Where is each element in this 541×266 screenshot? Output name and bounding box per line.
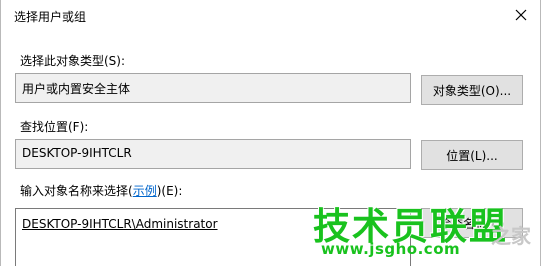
locations-button[interactable]: 位置(L)... (421, 140, 523, 170)
dialog-title: 选择用户或组 (14, 10, 87, 24)
title-bar[interactable]: 选择用户或组 (1, 0, 540, 31)
location-label: 查找位置(F): (20, 120, 89, 134)
examples-link[interactable]: 示例 (133, 184, 157, 198)
check-names-button[interactable]: 检查名称(C) (421, 208, 523, 238)
object-type-label: 选择此对象类型(S): (20, 54, 126, 68)
object-names-label: 输入对象名称来选择(示例)(E): (20, 182, 182, 199)
object-names-input[interactable]: DESKTOP-9IHTCLR\Administrator (15, 208, 411, 266)
object-names-label-suffix: )(E): (156, 184, 183, 198)
resolved-name-entry: DESKTOP-9IHTCLR\Administrator (22, 217, 218, 231)
select-users-or-groups-dialog: 选择用户或组 选择此对象类型(S): 用户或内置安全主体 对象类型(O)... … (0, 0, 541, 266)
object-types-button[interactable]: 对象类型(O)... (421, 75, 523, 105)
object-type-field: 用户或内置安全主体 (15, 73, 411, 103)
close-button[interactable] (506, 2, 536, 28)
close-icon (515, 9, 527, 21)
object-names-label-prefix: 输入对象名称来选择( (20, 184, 133, 198)
location-field: DESKTOP-9IHTCLR (15, 139, 411, 169)
